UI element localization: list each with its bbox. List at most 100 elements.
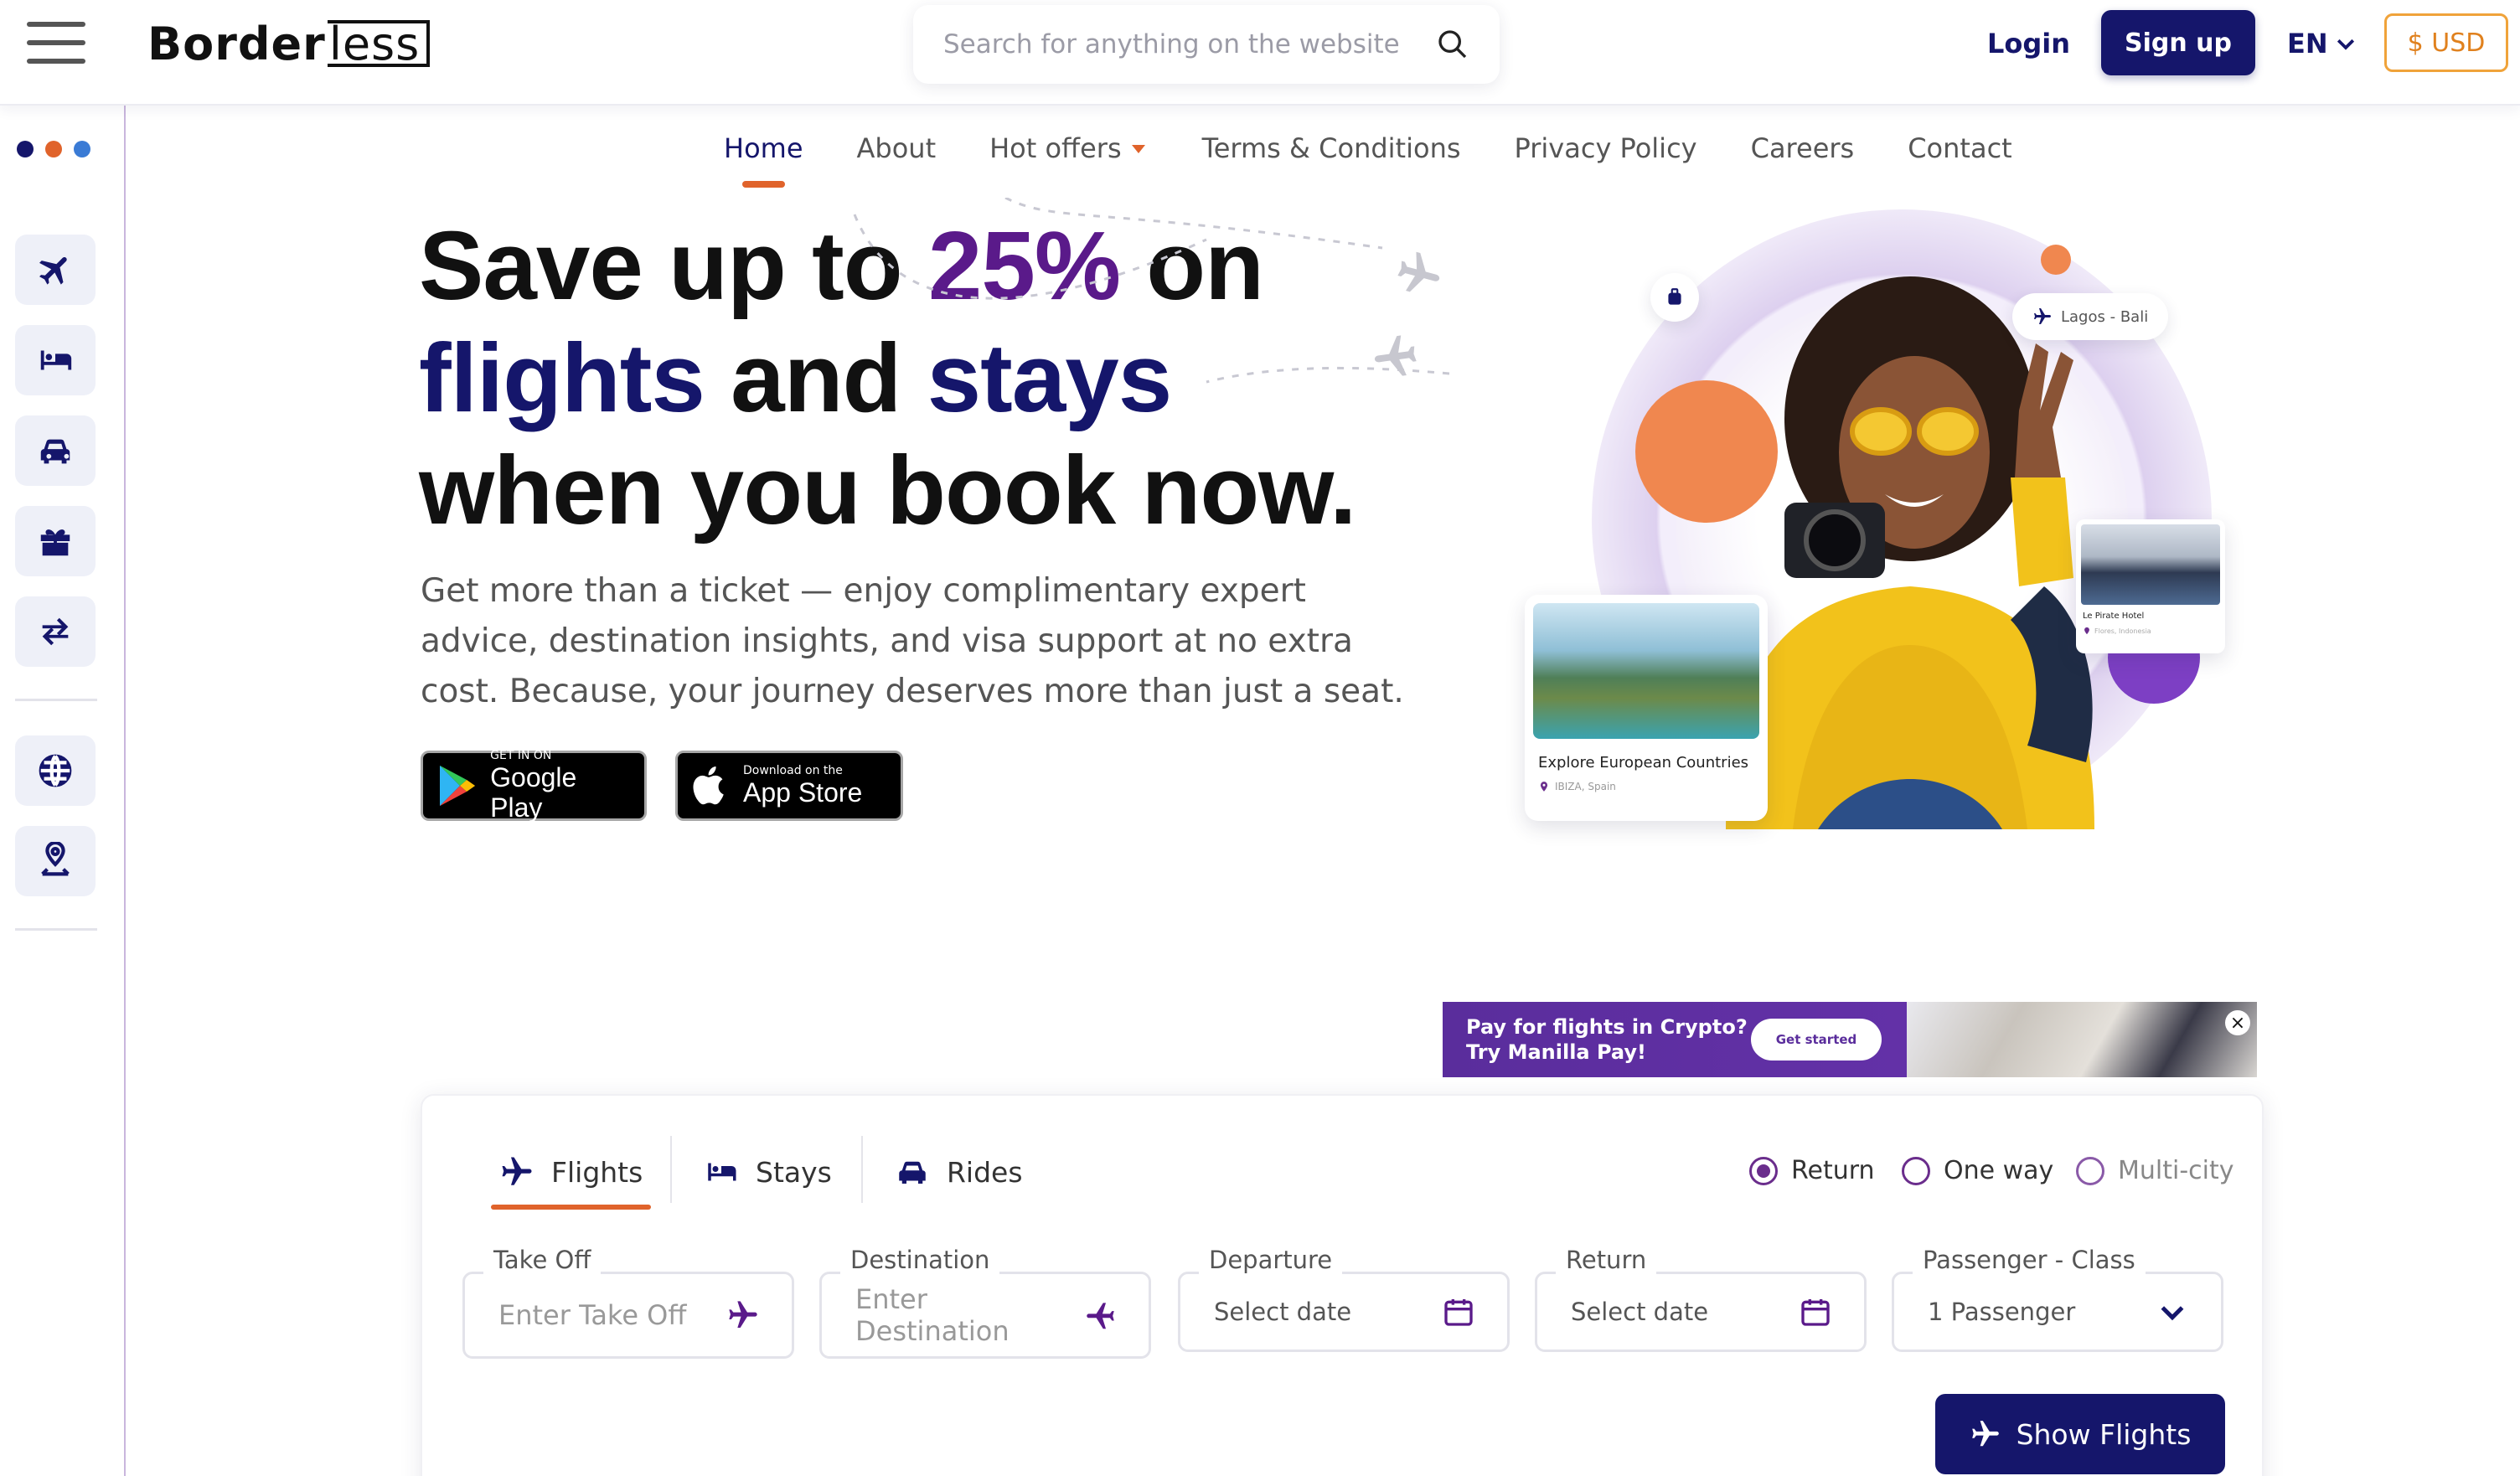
sidebar-item-gifts[interactable] bbox=[15, 506, 96, 576]
tab-separator bbox=[861, 1136, 863, 1203]
return-field[interactable]: Return Select date bbox=[1535, 1246, 1867, 1352]
signup-button[interactable]: Sign up bbox=[2101, 10, 2255, 75]
login-link[interactable]: Login bbox=[1987, 20, 2070, 67]
close-icon[interactable]: × bbox=[2225, 1010, 2250, 1035]
destination-card[interactable]: Explore European Countries IBIZA, Spain bbox=[1525, 595, 1768, 821]
plane-icon bbox=[502, 1157, 532, 1185]
language-select[interactable]: EN bbox=[2287, 20, 2358, 67]
app-store-button[interactable]: Download on the App Store bbox=[675, 751, 903, 821]
sidebar-item-globe[interactable] bbox=[15, 735, 96, 806]
tab-flights[interactable]: Flights bbox=[491, 1134, 652, 1210]
sidebar-item-rides[interactable] bbox=[15, 415, 96, 486]
tab-flights-label: Flights bbox=[551, 1155, 643, 1189]
passenger-class-select[interactable]: Passenger - Class 1 Passenger bbox=[1892, 1246, 2223, 1352]
bag-badge bbox=[1650, 273, 1699, 322]
google-play-small: GET IN ON bbox=[490, 749, 552, 762]
radio-indicator bbox=[1902, 1156, 1930, 1185]
sidebar-item-stays[interactable] bbox=[15, 325, 96, 395]
bed-icon bbox=[708, 1163, 736, 1181]
takeoff-field[interactable]: Take Off Enter Take Off bbox=[462, 1246, 794, 1359]
headline-flights: flights bbox=[419, 323, 705, 432]
nav-contact[interactable]: Contact bbox=[1908, 132, 2012, 164]
car-icon bbox=[40, 439, 70, 464]
ad-get-started-button[interactable]: Get started bbox=[1751, 1019, 1882, 1061]
pin-icon bbox=[2084, 627, 2089, 635]
plane-departure-icon bbox=[729, 1301, 757, 1328]
show-flights-label: Show Flights bbox=[2016, 1417, 2192, 1451]
plane-icon bbox=[39, 256, 67, 285]
sidebar-divider bbox=[15, 928, 97, 931]
ad-photo bbox=[1907, 1002, 2257, 1077]
hotel-location: Flores, Indonesia bbox=[2094, 627, 2151, 635]
logo-main: Border bbox=[147, 17, 326, 70]
tab-rides-label: Rides bbox=[947, 1155, 1023, 1189]
radio-multi-city[interactable]: Multi-city bbox=[2076, 1156, 2234, 1185]
chevron-down-icon bbox=[2161, 1306, 2184, 1321]
search-placeholder: Search for anything on the website bbox=[943, 29, 1400, 59]
sidebar-divider bbox=[15, 699, 97, 701]
destination-field[interactable]: Destination Enter Destination bbox=[819, 1246, 1151, 1359]
crypto-ad-banner[interactable]: Pay for flights in Crypto? Try Manilla P… bbox=[1443, 1002, 2257, 1077]
destination-location: IBIZA, Spain bbox=[1555, 781, 1616, 792]
nav-home[interactable]: Home bbox=[724, 132, 803, 188]
radio-return-label: Return bbox=[1791, 1156, 1875, 1185]
hotel-photo bbox=[2081, 524, 2220, 605]
logo-tail: less bbox=[327, 20, 431, 67]
location-icon bbox=[41, 842, 70, 876]
dot-navy bbox=[17, 141, 34, 157]
chevron-down-icon bbox=[2337, 39, 2354, 50]
car-icon bbox=[899, 1161, 926, 1184]
tab-stays-label: Stays bbox=[756, 1155, 832, 1189]
sidebar-item-exchange[interactable] bbox=[15, 596, 96, 667]
destination-label: Destination bbox=[840, 1246, 1000, 1274]
hotel-card[interactable]: Le Pirate Hotel Flores, Indonesia bbox=[2076, 519, 2225, 653]
logo[interactable]: Border less bbox=[147, 13, 431, 74]
show-flights-button[interactable]: Show Flights bbox=[1935, 1394, 2225, 1474]
tab-separator bbox=[670, 1136, 672, 1203]
nav-privacy[interactable]: Privacy Policy bbox=[1515, 132, 1697, 164]
ad-line-1: Pay for flights in Crypto? bbox=[1466, 1015, 1748, 1039]
menu-icon[interactable] bbox=[27, 22, 85, 65]
tab-stays[interactable]: Stays bbox=[704, 1134, 832, 1210]
calendar-icon bbox=[1444, 1299, 1473, 1326]
radio-one-way-label: One way bbox=[1944, 1156, 2054, 1185]
passenger-label: Passenger - Class bbox=[1913, 1246, 2146, 1274]
ad-line-2: Try Manilla Pay! bbox=[1466, 1040, 1646, 1064]
return-label: Return bbox=[1556, 1246, 1657, 1274]
nav-hot-offers-label: Hot offers bbox=[989, 132, 1122, 164]
hero-collage: Lagos - Bali Explore European Countries … bbox=[1374, 193, 2245, 854]
sidebar-item-location[interactable] bbox=[15, 826, 96, 896]
radio-indicator bbox=[2076, 1156, 2104, 1185]
currency-select[interactable]: $ USD bbox=[2384, 13, 2508, 72]
hero-subtext: Get more than a ticket — enjoy complimen… bbox=[421, 572, 1404, 710]
nav-about[interactable]: About bbox=[857, 132, 937, 164]
radio-one-way[interactable]: One way bbox=[1902, 1156, 2053, 1185]
search-icon[interactable] bbox=[1436, 28, 1469, 61]
plane-arrival-icon bbox=[1087, 1303, 1114, 1329]
return-value: Select date bbox=[1571, 1298, 1709, 1326]
nav-terms[interactable]: Terms & Conditions bbox=[1202, 132, 1461, 164]
sidebar bbox=[0, 106, 126, 1476]
radio-indicator bbox=[1749, 1156, 1778, 1185]
top-header: Border less Search for anything on the we… bbox=[0, 0, 2520, 106]
radio-return[interactable]: Return bbox=[1749, 1156, 1875, 1185]
dot-blue bbox=[74, 141, 90, 157]
route-pill: Lagos - Bali bbox=[2012, 293, 2169, 340]
pin-icon bbox=[1540, 782, 1548, 792]
tab-rides[interactable]: Rides bbox=[895, 1134, 1023, 1210]
ad-text: Pay for flights in Crypto? Try Manilla P… bbox=[1466, 1014, 1751, 1065]
departure-field[interactable]: Departure Select date bbox=[1178, 1246, 1510, 1352]
destination-placeholder: Enter Destination bbox=[855, 1283, 1010, 1347]
sidebar-item-flights[interactable] bbox=[15, 235, 96, 305]
departure-value: Select date bbox=[1214, 1298, 1352, 1326]
nav-hot-offers[interactable]: Hot offers bbox=[989, 132, 1149, 164]
nav-careers[interactable]: Careers bbox=[1751, 132, 1855, 164]
destination-location-row: IBIZA, Spain bbox=[1538, 781, 1616, 792]
caret-down-icon bbox=[1131, 145, 1145, 153]
google-play-button[interactable]: GET IN ON Google Play bbox=[421, 749, 647, 823]
search-input[interactable]: Search for anything on the website bbox=[913, 5, 1500, 84]
hotel-location-row: Flores, Indonesia bbox=[2083, 627, 2151, 635]
plane-icon bbox=[1971, 1421, 1999, 1447]
calendar-icon bbox=[1801, 1299, 1830, 1326]
radio-multi-city-label: Multi-city bbox=[2118, 1156, 2234, 1185]
